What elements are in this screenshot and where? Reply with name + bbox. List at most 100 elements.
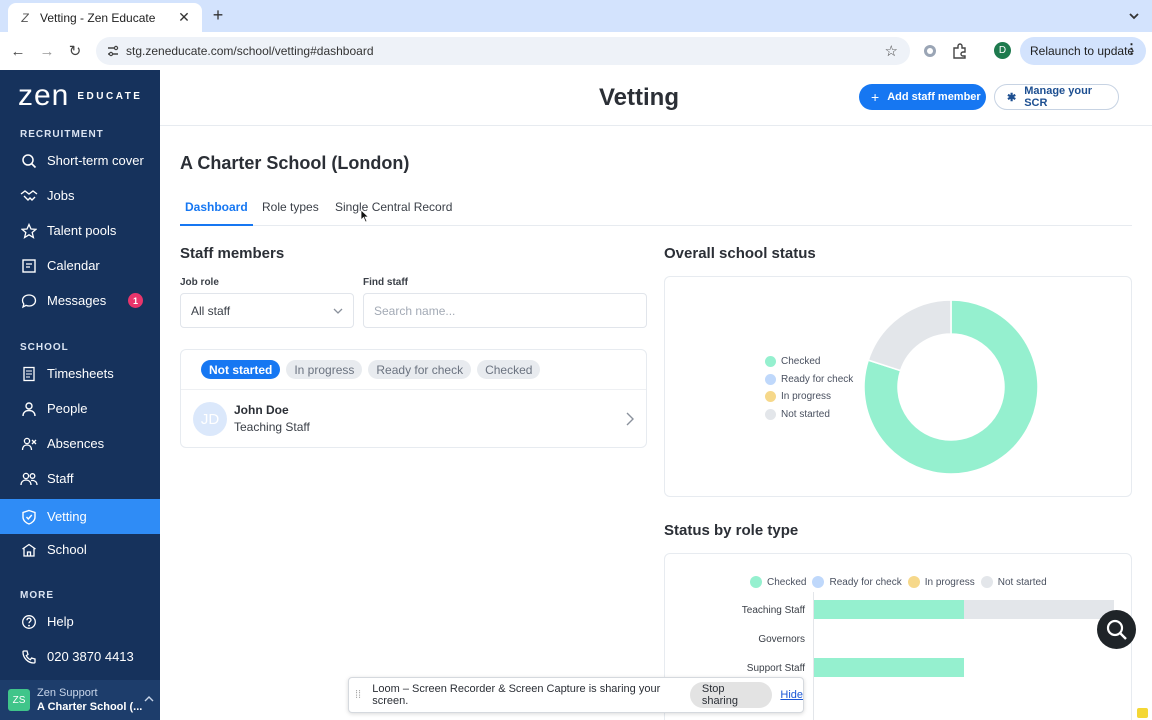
chevron-down-icon[interactable] bbox=[1126, 8, 1142, 24]
help-icon bbox=[20, 613, 38, 631]
bar-segment[interactable] bbox=[814, 658, 964, 677]
bookmark-star-icon[interactable]: ☆ bbox=[885, 42, 898, 60]
sidebar-item-vetting[interactable]: Vetting bbox=[0, 499, 160, 534]
legend-swatch bbox=[750, 576, 762, 588]
legend-swatch bbox=[765, 356, 776, 368]
drag-handle-icon[interactable]: ⁞⁞ bbox=[355, 689, 368, 701]
close-icon[interactable]: ✕ bbox=[176, 9, 192, 26]
staff-members-title: Staff members bbox=[180, 245, 285, 262]
legend-label: Not started bbox=[781, 408, 830, 420]
donut-slice[interactable] bbox=[867, 299, 952, 372]
search-input[interactable] bbox=[363, 293, 647, 328]
legend-item-ready-for-check[interactable]: Ready for check bbox=[765, 371, 853, 389]
legend-item-checked[interactable]: Checked bbox=[765, 353, 853, 371]
account-switcher[interactable]: ZS Zen Support A Charter School (... bbox=[0, 680, 160, 720]
browser-tab[interactable]: Z Vetting - Zen Educate ✕ bbox=[8, 3, 202, 32]
sidebar-item-calendar[interactable]: Calendar bbox=[0, 248, 160, 283]
sidebar-item-short-term-cover[interactable]: Short-term cover bbox=[0, 143, 160, 178]
sidebar-item-messages[interactable]: Messages 1 bbox=[0, 283, 160, 318]
sidebar-item-help[interactable]: Help bbox=[0, 604, 160, 639]
bar-legend: Checked Ready for check In progress Not … bbox=[750, 576, 1053, 588]
legend-item-in-progress[interactable]: In progress bbox=[907, 576, 975, 588]
tab-dashboard[interactable]: Dashboard bbox=[180, 200, 253, 226]
legend-item-ready-for-check[interactable]: Ready for check bbox=[812, 576, 902, 588]
sidebar-item-people[interactable]: People bbox=[0, 391, 160, 426]
kebab-menu-icon[interactable]: ⋮ bbox=[1125, 42, 1138, 55]
brand-sub: EDUCATE bbox=[77, 90, 143, 102]
forward-icon[interactable]: → bbox=[37, 41, 57, 61]
legend-item-not-started[interactable]: Not started bbox=[980, 576, 1047, 588]
legend-item-in-progress[interactable]: In progress bbox=[765, 388, 853, 406]
bar-category-label: Support Staff bbox=[746, 663, 805, 674]
notification-icon[interactable] bbox=[1137, 708, 1148, 718]
unread-badge: 1 bbox=[128, 293, 143, 308]
legend-item-checked[interactable]: Checked bbox=[750, 576, 806, 588]
overall-status-title: Overall school status bbox=[664, 245, 816, 262]
sidebar-item-talent-pools[interactable]: Talent pools bbox=[0, 213, 160, 248]
avatar: JD bbox=[193, 402, 227, 436]
legend-swatch bbox=[907, 576, 920, 588]
role-status-title: Status by role type bbox=[664, 522, 799, 539]
staff-list-card: Not started In progress Ready for check … bbox=[180, 349, 647, 448]
job-role-label: Job role bbox=[180, 277, 219, 288]
sidebar-item-staff[interactable]: Staff bbox=[0, 461, 160, 496]
sidebar-item-timesheets[interactable]: Timesheets bbox=[0, 356, 160, 391]
sidebar-item-phone[interactable]: 020 3870 4413 bbox=[0, 639, 160, 674]
bar-segment[interactable] bbox=[814, 600, 964, 619]
bar-plot-area bbox=[814, 600, 1114, 690]
tab-role-types[interactable]: Role types bbox=[262, 200, 319, 226]
bar-category-label: Governors bbox=[758, 634, 805, 645]
legend-label: Checked bbox=[767, 576, 807, 588]
url-text: stg.zeneducate.com/school/vetting#dashbo… bbox=[126, 44, 374, 58]
sidebar-item-absences[interactable]: Absences bbox=[0, 426, 160, 461]
stop-sharing-button[interactable]: Stop sharing bbox=[689, 682, 773, 708]
search-icon bbox=[20, 152, 38, 170]
hide-link[interactable]: Hide bbox=[780, 689, 803, 701]
handshake-icon bbox=[20, 187, 38, 205]
brand-main: zen bbox=[18, 79, 70, 112]
legend-item-not-started[interactable]: Not started bbox=[765, 406, 853, 424]
extension-icon[interactable] bbox=[921, 42, 939, 60]
address-bar[interactable]: stg.zeneducate.com/school/vetting#dashbo… bbox=[96, 37, 910, 65]
user-name: Zen Support bbox=[37, 687, 98, 699]
brand-logo[interactable]: zen EDUCATE bbox=[18, 79, 143, 112]
find-staff-label: Find staff bbox=[363, 277, 408, 288]
absences-icon bbox=[20, 435, 38, 453]
job-role-select[interactable]: All staff bbox=[180, 293, 354, 328]
tab-single-central-record[interactable]: Single Central Record bbox=[335, 200, 452, 226]
sidebar-item-school[interactable]: School bbox=[0, 532, 160, 567]
manage-scr-button[interactable]: ✱ Manage your SCR bbox=[994, 84, 1119, 110]
relaunch-label: Relaunch to update bbox=[1030, 44, 1135, 58]
page-header: Vetting + Add staff member ✱ Manage your… bbox=[160, 70, 1152, 126]
legend-swatch bbox=[812, 576, 825, 588]
sidebar-item-label: Talent pools bbox=[47, 223, 117, 238]
section-more: MORE bbox=[20, 590, 54, 601]
chevron-right-icon bbox=[626, 412, 634, 426]
relaunch-button[interactable]: Relaunch to update ⋮ bbox=[1020, 37, 1146, 65]
list-item[interactable]: JD John Doe Teaching Staff bbox=[181, 390, 646, 448]
profile-avatar[interactable]: D bbox=[994, 42, 1011, 59]
filter-in-progress[interactable]: In progress bbox=[286, 360, 363, 379]
add-staff-member-button[interactable]: + Add staff member bbox=[859, 84, 986, 110]
legend-swatch bbox=[765, 408, 776, 420]
avatar: ZS bbox=[8, 689, 30, 711]
back-icon[interactable]: ← bbox=[8, 41, 28, 61]
new-tab-icon[interactable]: + bbox=[208, 6, 228, 26]
bar-segment[interactable] bbox=[964, 600, 1114, 619]
sidebar-item-label: Staff bbox=[47, 471, 74, 486]
search-fab-button[interactable] bbox=[1097, 610, 1136, 649]
legend-label: Checked bbox=[781, 356, 821, 368]
legend-label: In progress bbox=[781, 391, 832, 403]
school-name: A Charter School (London) bbox=[180, 153, 410, 173]
chevron-up-icon[interactable] bbox=[144, 694, 154, 704]
site-settings-icon[interactable] bbox=[106, 44, 120, 58]
puzzle-icon[interactable] bbox=[951, 42, 969, 60]
filter-ready-for-check[interactable]: Ready for check bbox=[368, 360, 472, 379]
reload-icon[interactable]: ↻ bbox=[65, 41, 85, 61]
filter-not-started[interactable]: Not started bbox=[201, 360, 281, 379]
donut-chart bbox=[863, 299, 1039, 475]
sidebar-item-jobs[interactable]: Jobs bbox=[0, 178, 160, 213]
shield-check-icon bbox=[20, 508, 38, 526]
gear-icon: ✱ bbox=[1007, 91, 1017, 104]
filter-checked[interactable]: Checked bbox=[477, 360, 541, 379]
